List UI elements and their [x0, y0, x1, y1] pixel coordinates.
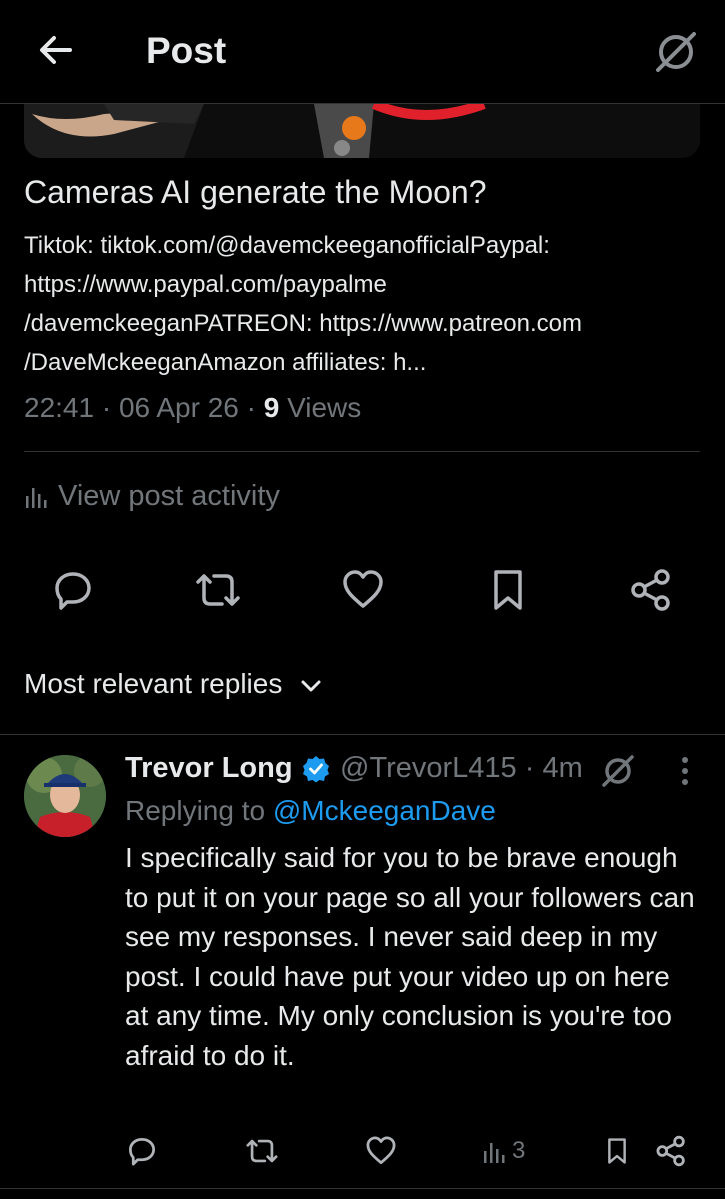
reply-button[interactable]: [49, 566, 97, 614]
back-button[interactable]: [34, 28, 78, 72]
reply-grok-button[interactable]: [598, 751, 638, 796]
repost-icon: [196, 574, 240, 606]
repost-icon: [246, 1139, 278, 1163]
view-post-activity[interactable]: View post activity: [24, 480, 280, 513]
reply-bookmark-button[interactable]: [603, 1129, 631, 1173]
replying-to-prefix: Replying to: [125, 795, 266, 826]
grok-button[interactable]: [650, 26, 702, 78]
post-meta: 22:41 · 06 Apr 26 · 9 Views: [24, 392, 361, 424]
link-card-title[interactable]: Cameras AI generate the Moon?: [24, 174, 487, 211]
views-label: Views: [287, 392, 362, 423]
back-arrow-icon: [40, 36, 72, 64]
reply-author-handle[interactable]: @TrevorL415: [340, 752, 517, 784]
post-date: 06 Apr 26: [118, 392, 239, 423]
view-post-activity-label: View post activity: [58, 480, 280, 512]
replies-sort-label: Most relevant replies: [24, 668, 283, 699]
link-card-description[interactable]: Tiktok: tiktok.com/@davemckeeganofficial…: [24, 226, 694, 382]
verified-icon: [303, 756, 329, 783]
share-button[interactable]: [627, 566, 675, 614]
more-vertical-icon: [682, 757, 688, 785]
reply-handle-time: @TrevorL415 · 4m: [340, 752, 583, 785]
reply-views-button[interactable]: 3: [482, 1129, 525, 1173]
bookmark-icon: [494, 570, 522, 610]
reply-text: I specifically said for you to be brave …: [125, 842, 695, 1071]
bookmark-icon: [608, 1138, 626, 1164]
bookmark-button[interactable]: [484, 566, 532, 614]
avatar[interactable]: [24, 755, 106, 837]
reply-repost-button[interactable]: [245, 1129, 279, 1173]
chevron-down-icon: [301, 680, 321, 692]
avatar-image: [24, 755, 106, 837]
divider: [0, 1188, 725, 1189]
reply-like-button[interactable]: [365, 1129, 397, 1173]
reply-author-name[interactable]: Trevor Long: [125, 752, 293, 785]
like-button[interactable]: [339, 566, 387, 614]
reply-post[interactable]: Trevor Long @TrevorL415 · 4m Replying to…: [0, 735, 725, 1199]
link-card-image[interactable]: [24, 104, 700, 158]
reply-icon: [55, 572, 91, 610]
reply-share-button[interactable]: [655, 1129, 687, 1173]
page-title: Post: [146, 30, 227, 71]
repost-button[interactable]: [194, 566, 242, 614]
replies-sort-dropdown[interactable]: Most relevant replies: [24, 668, 322, 700]
post-time: 22:41: [24, 392, 95, 423]
share-icon: [631, 569, 670, 611]
video-thumbnail-image: [24, 104, 700, 158]
meta-separator: ·: [246, 392, 264, 423]
like-icon: [366, 1136, 396, 1165]
reply-icon: [128, 1137, 156, 1166]
reply-time: 4m: [542, 752, 583, 784]
grok-icon: [656, 32, 696, 72]
grok-icon: [602, 755, 634, 787]
reply-views-count: 3: [512, 1137, 526, 1164]
meta-separator: ·: [524, 752, 543, 784]
share-icon: [656, 1135, 685, 1167]
views-count: 9: [263, 392, 280, 423]
divider: [24, 451, 700, 452]
reply-reply-button[interactable]: [126, 1129, 158, 1173]
meta-separator: ·: [101, 392, 119, 423]
more-options-button[interactable]: [670, 755, 700, 792]
analytics-icon: [484, 1143, 505, 1163]
replying-to-line: Replying to @MckeeganDave: [125, 795, 496, 827]
top-bar: Post: [0, 0, 725, 104]
replying-to-mention[interactable]: @MckeeganDave: [273, 795, 496, 826]
verified-badge: [302, 755, 330, 788]
post-action-bar: [0, 566, 725, 618]
like-icon: [343, 570, 383, 608]
reply-action-bar: 3: [0, 1129, 725, 1173]
analytics-icon: [26, 488, 47, 508]
